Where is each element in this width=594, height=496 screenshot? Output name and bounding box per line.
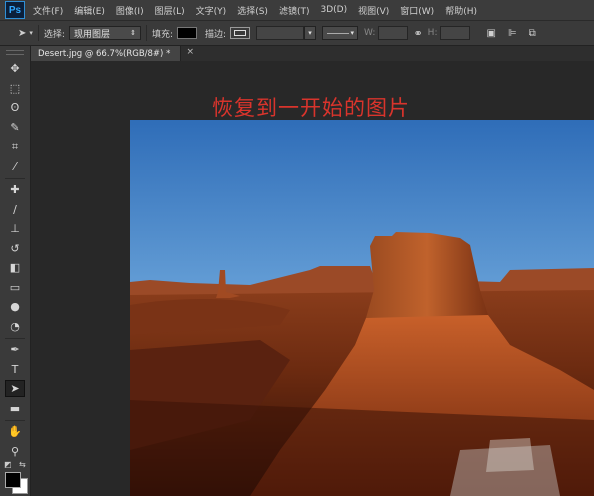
select-value: 现用图层: [73, 29, 110, 40]
separator: [37, 25, 39, 41]
zoom-icon: ⚲: [10, 444, 20, 458]
height-label: H:: [427, 28, 438, 38]
eyedropper-tool[interactable]: ⁄: [5, 158, 25, 175]
blur-icon: ●: [10, 300, 20, 313]
menu-edit[interactable]: 编辑(E): [74, 4, 105, 17]
menu-bar: Ps 文件(F) 编辑(E) 图像(I) 图层(L) 文字(Y) 选择(S) 滤…: [0, 0, 594, 21]
menu-image[interactable]: 图像(I): [116, 4, 144, 17]
quick-select-tool[interactable]: ✎: [5, 119, 25, 136]
separator: [145, 25, 147, 41]
move-tool[interactable]: ✥: [5, 60, 25, 77]
path-alignment-icon[interactable]: ⊫: [508, 28, 517, 39]
menu-select[interactable]: 选择(S): [237, 4, 268, 17]
type-tool[interactable]: T: [5, 361, 25, 378]
tool-preset-chevron-icon[interactable]: ▾: [29, 29, 33, 37]
menu-filter[interactable]: 滤镜(T): [279, 4, 310, 17]
marquee-icon: ⬚: [9, 81, 21, 95]
fill-label: 填充:: [151, 29, 173, 40]
marquee-tool[interactable]: ⬚: [5, 80, 25, 97]
panel-grip[interactable]: [6, 50, 24, 55]
rectangle-tool[interactable]: ▬: [5, 400, 25, 417]
pen-icon: ✒: [10, 343, 20, 356]
stroke-label: 描边:: [205, 29, 227, 40]
path-select-arrow-icon[interactable]: ➤: [18, 28, 26, 39]
annotation-text: 恢复到一开始的图片: [212, 96, 410, 120]
select-label: 选择:: [43, 29, 65, 40]
zoom-tool[interactable]: ⚲: [5, 443, 25, 460]
fill-swatch[interactable]: [177, 27, 197, 39]
menu-view[interactable]: 视图(V): [358, 4, 389, 17]
quick-select-icon: ✎: [10, 120, 20, 134]
stroke-swatch[interactable]: [230, 27, 251, 39]
desert-photo: [130, 120, 594, 496]
blur-tool[interactable]: ●: [5, 298, 25, 315]
eyedropper-icon: ⁄: [14, 159, 16, 173]
toolbar-separator: [5, 338, 25, 339]
document-tab-bar: Desert.jpg @ 66.7%(RGB/8#) * ×: [31, 46, 594, 61]
toolbar-separator: [5, 178, 25, 179]
move-icon: ✥: [10, 62, 20, 75]
menu-file[interactable]: 文件(F): [33, 4, 63, 17]
crop-icon: ⌗: [11, 139, 19, 153]
menu-help[interactable]: 帮助(H): [445, 4, 477, 17]
height-field[interactable]: [440, 26, 471, 40]
menu-type[interactable]: 文字(Y): [196, 4, 227, 17]
width-label: W:: [364, 28, 376, 38]
link-icon[interactable]: ⚭: [413, 27, 422, 40]
healing-brush-icon: ✚: [10, 183, 20, 196]
gradient-icon: ▭: [9, 280, 21, 294]
stroke-type-line: [327, 32, 350, 34]
default-colors-icon[interactable]: ◩: [4, 460, 12, 469]
brush-icon: ∕: [13, 202, 17, 216]
dropdown-arrow-icon: ▾: [350, 29, 355, 37]
updown-icon: ⇕: [130, 29, 136, 37]
path-selection-icon: ➤: [10, 382, 20, 395]
clone-stamp-tool[interactable]: ⊥: [5, 220, 25, 237]
type-icon: T: [11, 362, 19, 376]
path-arrangement-icon[interactable]: ⧉: [529, 28, 536, 39]
eraser-tool[interactable]: ◧: [5, 259, 25, 276]
stroke-width-field[interactable]: [256, 26, 305, 40]
toolbar-separator: [5, 420, 25, 421]
desert-photo-image: [130, 120, 594, 496]
clone-stamp-icon: ⊥: [10, 222, 20, 235]
healing-brush-tool[interactable]: ✚: [5, 181, 25, 198]
dodge-icon: ◔: [10, 319, 20, 333]
pen-tool[interactable]: ✒: [5, 341, 25, 358]
hand-tool[interactable]: ✋: [5, 423, 25, 440]
history-brush-icon: ↺: [10, 241, 20, 255]
document-tab-title: Desert.jpg @ 66.7%(RGB/8#) *: [38, 48, 171, 59]
gradient-tool[interactable]: ▭: [5, 279, 25, 296]
document-tab[interactable]: Desert.jpg @ 66.7%(RGB/8#) * ×: [31, 46, 194, 61]
eraser-icon: ◧: [9, 261, 21, 274]
photoshop-logo: Ps: [5, 1, 25, 19]
path-operations-icon[interactable]: ▣: [486, 28, 495, 39]
swap-colors-icon[interactable]: ⇆: [19, 460, 26, 469]
stroke-width-dropdown[interactable]: ▾: [304, 26, 317, 40]
foreground-color-swatch[interactable]: [5, 472, 21, 488]
hand-icon: ✋: [8, 425, 22, 438]
history-brush-tool[interactable]: ↺: [5, 240, 25, 257]
select-dropdown[interactable]: 现用图层 ⇕: [68, 26, 141, 40]
width-field[interactable]: [378, 26, 409, 40]
tools-panel: ✥ ⬚ ʘ ✎ ⌗ ⁄ ✚ ∕ ⊥ ↺ ◧ ▭ ● ◔ ✒ T ➤ ▬ ✋ ⚲: [0, 46, 31, 496]
options-bar: ➤ ▾ 选择: 现用图层 ⇕ 填充: 描边: ▾ ▾ W: ⚭ H: ▣ ⊫ ⧉: [0, 21, 594, 46]
menu-layer[interactable]: 图层(L): [155, 4, 185, 17]
dodge-tool[interactable]: ◔: [5, 318, 25, 335]
close-icon[interactable]: ×: [186, 47, 194, 57]
lasso-tool[interactable]: ʘ: [5, 99, 25, 116]
menu-3d[interactable]: 3D(D): [320, 5, 347, 15]
stroke-type-dropdown[interactable]: ▾: [322, 26, 359, 40]
rectangle-icon: ▬: [9, 401, 21, 415]
path-selection-tool[interactable]: ➤: [5, 380, 25, 397]
menu-window[interactable]: 窗口(W): [400, 4, 434, 17]
lasso-icon: ʘ: [10, 101, 20, 114]
brush-tool[interactable]: ∕: [5, 201, 25, 218]
crop-tool[interactable]: ⌗: [5, 138, 25, 155]
